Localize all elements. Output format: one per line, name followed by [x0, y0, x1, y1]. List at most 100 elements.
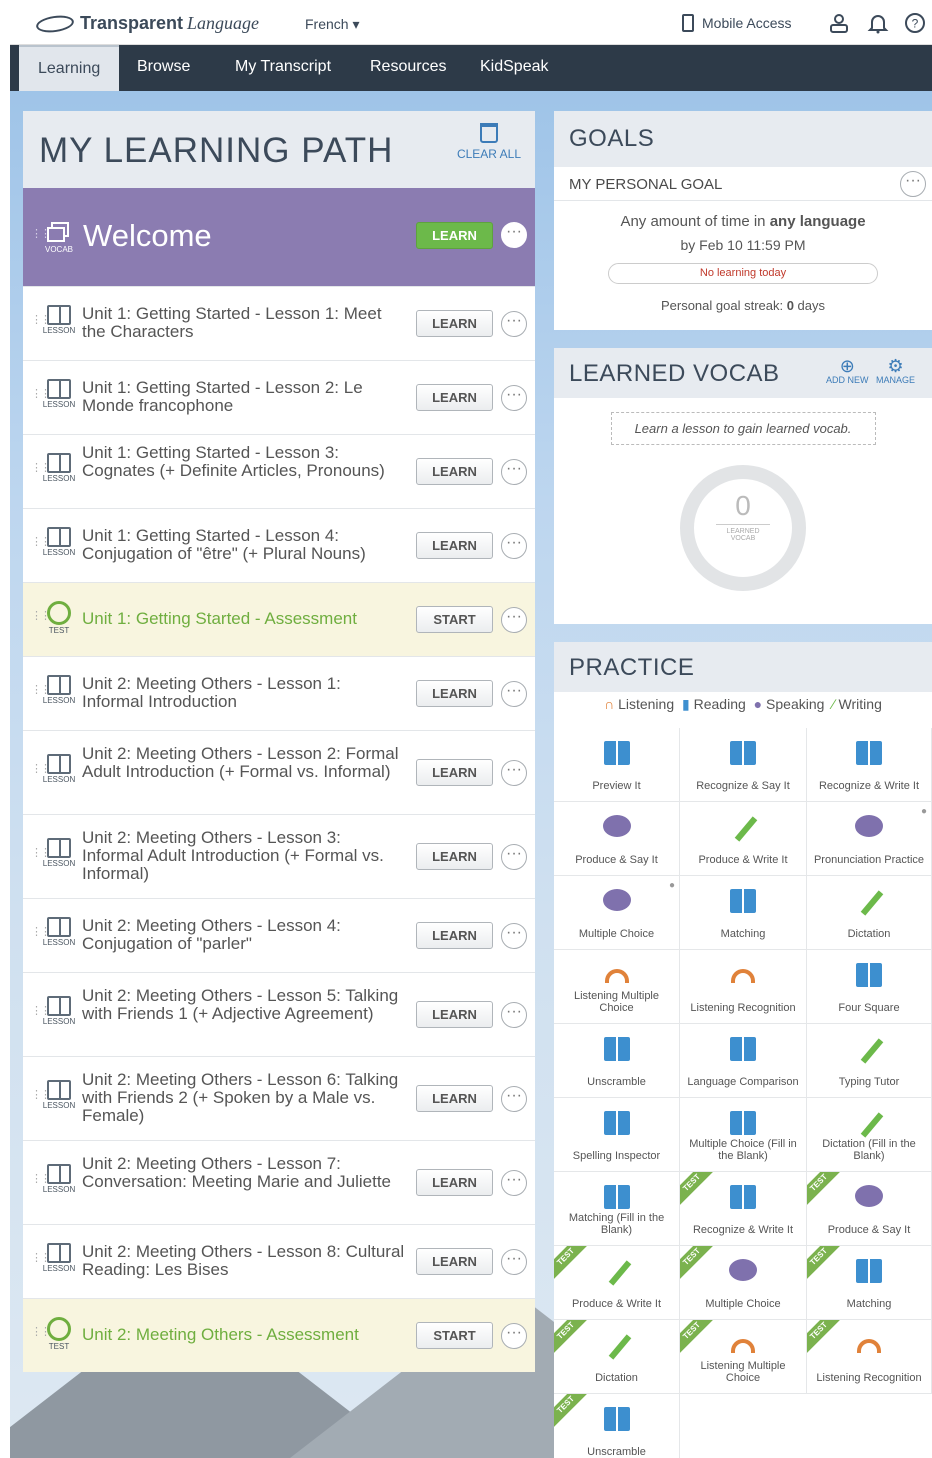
start-button[interactable]: START — [416, 1322, 493, 1349]
practice-activity[interactable]: Produce & Write It — [680, 802, 807, 876]
learn-button[interactable]: LEARN — [416, 843, 493, 870]
drag-handle-icon[interactable]: ⋮⋮ — [31, 1253, 51, 1264]
more-options-icon[interactable]: ··· — [501, 533, 527, 559]
welcome-learn-button[interactable]: LEARN — [416, 222, 493, 249]
more-options-icon[interactable]: ··· — [501, 844, 527, 870]
learn-button[interactable]: LEARN — [416, 1085, 493, 1112]
tab-my-transcript[interactable]: My Transcript — [216, 45, 350, 91]
practice-activity[interactable]: Four Square — [807, 950, 932, 1024]
drag-handle-icon[interactable]: ⋮⋮ — [31, 764, 51, 775]
drag-handle-icon[interactable]: ⋮⋮ — [31, 1174, 51, 1185]
drag-handle-icon[interactable]: ⋮⋮ — [31, 1090, 51, 1101]
tab-learning[interactable]: Learning — [19, 45, 120, 91]
drag-handle-icon[interactable]: ⋮⋮ — [31, 927, 51, 938]
assessment-item[interactable]: ⋮⋮ TEST Unit 1: Getting Started - Assessme… — [23, 582, 535, 656]
practice-activity[interactable]: Listening Multiple Choice — [554, 950, 680, 1024]
practice-activity[interactable]: Dictation (Fill in the Blank) — [807, 1098, 932, 1172]
practice-activity[interactable]: Typing Tutor — [807, 1024, 932, 1098]
practice-activity[interactable]: Listening Recognition — [680, 950, 807, 1024]
drag-handle-icon[interactable]: ⋮⋮ — [31, 463, 51, 474]
lesson-item[interactable]: ⋮⋮ LESSON Unit 2: Meeting Others - Lesson … — [23, 1056, 535, 1140]
more-options-icon[interactable]: ··· — [501, 923, 527, 949]
lesson-item[interactable]: ⋮⋮ LESSON Unit 2: Meeting Others - Lesson … — [23, 1140, 535, 1224]
drag-handle-icon[interactable]: ⋮⋮ — [31, 685, 51, 696]
practice-activity[interactable]: TEST Produce & Write It — [554, 1246, 680, 1320]
logo[interactable]: Transparent Language — [35, 12, 259, 35]
practice-activity[interactable]: TEST Matching — [807, 1246, 932, 1320]
drag-handle-icon[interactable]: ⋮⋮ — [31, 229, 51, 240]
user-icon[interactable] — [828, 12, 850, 34]
practice-activity[interactable]: Produce & Say It — [554, 802, 680, 876]
more-options-icon[interactable]: ··· — [501, 311, 527, 337]
more-options-icon[interactable]: ··· — [501, 459, 527, 485]
drag-handle-icon[interactable]: ⋮⋮ — [31, 1327, 51, 1338]
more-options-icon[interactable]: ··· — [501, 1249, 527, 1275]
lesson-item[interactable]: ⋮⋮ LESSON Unit 1: Getting Started - Lesson… — [23, 360, 535, 434]
practice-activity[interactable]: Matching — [680, 876, 807, 950]
lesson-item[interactable]: ⋮⋮ LESSON Unit 2: Meeting Others - Lesson … — [23, 1224, 535, 1298]
practice-activity[interactable]: TEST Dictation — [554, 1320, 680, 1394]
practice-activity[interactable]: Dictation — [807, 876, 932, 950]
practice-activity[interactable]: ● Multiple Choice — [554, 876, 680, 950]
more-options-icon[interactable]: ··· — [501, 681, 527, 707]
more-options-icon[interactable]: ··· — [501, 1170, 527, 1196]
practice-activity[interactable]: Language Comparison — [680, 1024, 807, 1098]
bell-icon[interactable] — [867, 12, 889, 34]
lesson-item[interactable]: ⋮⋮ LESSON Unit 1: Getting Started - Lesson… — [23, 434, 535, 508]
language-select[interactable]: French ▾ — [305, 16, 360, 33]
learn-button[interactable]: LEARN — [416, 384, 493, 411]
tab-browse[interactable]: Browse — [118, 45, 209, 91]
drag-handle-icon[interactable]: ⋮⋮ — [31, 389, 51, 400]
practice-activity[interactable]: TEST Unscramble — [554, 1394, 680, 1458]
more-options-icon[interactable]: ··· — [501, 760, 527, 786]
more-options-icon[interactable]: ··· — [501, 1323, 527, 1349]
practice-activity[interactable]: TEST Multiple Choice — [680, 1246, 807, 1320]
practice-activity[interactable]: Multiple Choice (Fill in the Blank) — [680, 1098, 807, 1172]
lesson-item[interactable]: ⋮⋮ LESSON Unit 2: Meeting Others - Lesson … — [23, 814, 535, 898]
lesson-item[interactable]: ⋮⋮ LESSON Unit 2: Meeting Others - Lesson … — [23, 972, 535, 1056]
learn-button[interactable]: LEARN — [416, 922, 493, 949]
clear-all-button[interactable]: CLEAR ALL — [457, 123, 521, 161]
add-new-button[interactable]: ⊕ ADD NEW — [826, 357, 869, 385]
lesson-item[interactable]: ⋮⋮ LESSON Unit 1: Getting Started - Lesson… — [23, 508, 535, 582]
learn-button[interactable]: LEARN — [416, 1248, 493, 1275]
goal-options-icon[interactable]: ··· — [900, 171, 926, 197]
practice-activity[interactable]: TEST Recognize & Write It — [680, 1172, 807, 1246]
lesson-item[interactable]: ⋮⋮ LESSON Unit 2: Meeting Others - Lesson … — [23, 730, 535, 814]
learn-button[interactable]: LEARN — [416, 1001, 493, 1028]
drag-handle-icon[interactable]: ⋮⋮ — [31, 537, 51, 548]
practice-activity[interactable]: ● Pronunciation Practice — [807, 802, 932, 876]
practice-activity[interactable]: TEST Listening Multiple Choice — [680, 1320, 807, 1394]
start-button[interactable]: START — [416, 606, 493, 633]
drag-handle-icon[interactable]: ⋮⋮ — [31, 848, 51, 859]
learn-button[interactable]: LEARN — [416, 532, 493, 559]
more-options-icon[interactable]: ··· — [501, 1086, 527, 1112]
learn-button[interactable]: LEARN — [416, 1169, 493, 1196]
practice-activity[interactable]: Preview It — [554, 728, 680, 802]
learn-button[interactable]: LEARN — [416, 759, 493, 786]
practice-activity[interactable]: Matching (Fill in the Blank) — [554, 1172, 680, 1246]
practice-activity[interactable]: Unscramble — [554, 1024, 680, 1098]
mobile-access-link[interactable]: Mobile Access — [682, 14, 791, 32]
drag-handle-icon[interactable]: ⋮⋮ — [31, 315, 51, 326]
learn-button[interactable]: LEARN — [416, 680, 493, 707]
lesson-item[interactable]: ⋮⋮ LESSON Unit 1: Getting Started - Lesson… — [23, 286, 535, 360]
lesson-item[interactable]: ⋮⋮ LESSON Unit 2: Meeting Others - Lesson … — [23, 656, 535, 730]
assessment-item[interactable]: ⋮⋮ TEST Unit 2: Meeting Others - Assessmen… — [23, 1298, 535, 1372]
practice-activity[interactable]: TEST Listening Recognition — [807, 1320, 932, 1394]
drag-handle-icon[interactable]: ⋮⋮ — [31, 1006, 51, 1017]
drag-handle-icon[interactable]: ⋮⋮ — [31, 611, 51, 622]
practice-activity[interactable]: Recognize & Write It — [807, 728, 932, 802]
welcome-item[interactable]: ⋮⋮ VOCAB Welcome LEARN ··· — [23, 188, 535, 286]
more-options-icon[interactable]: ··· — [501, 1002, 527, 1028]
help-icon[interactable]: ? — [904, 12, 926, 34]
practice-activity[interactable]: Spelling Inspector — [554, 1098, 680, 1172]
lesson-item[interactable]: ⋮⋮ LESSON Unit 2: Meeting Others - Lesson … — [23, 898, 535, 972]
more-options-icon[interactable]: ··· — [501, 607, 527, 633]
practice-activity[interactable]: Recognize & Say It — [680, 728, 807, 802]
practice-activity[interactable]: TEST Produce & Say It — [807, 1172, 932, 1246]
tab-resources[interactable]: Resources — [351, 45, 465, 91]
more-options-icon[interactable]: ··· — [501, 385, 527, 411]
learn-button[interactable]: LEARN — [416, 310, 493, 337]
tab-kidspeak[interactable]: KidSpeak — [461, 45, 568, 91]
